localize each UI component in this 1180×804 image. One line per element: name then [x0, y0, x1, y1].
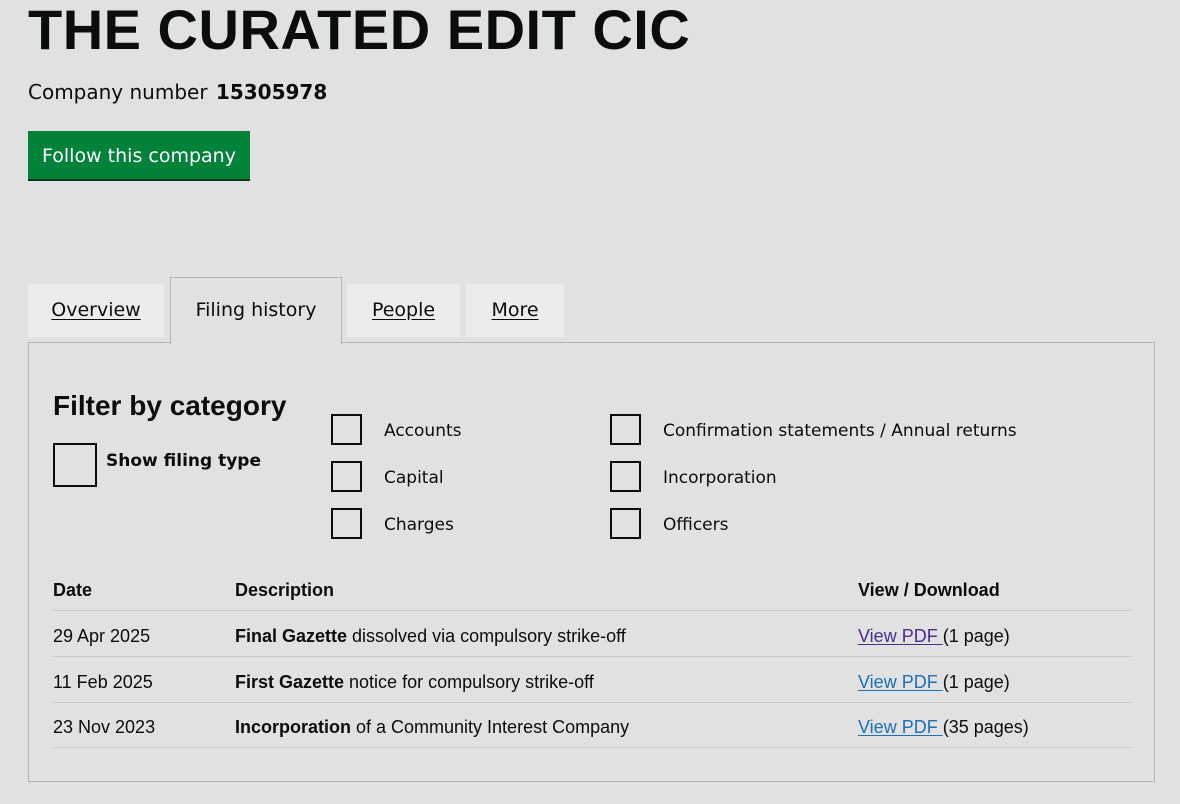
- view-pdf-link[interactable]: View PDF: [858, 672, 943, 692]
- officers-label: Officers: [663, 515, 729, 535]
- company-number-line: Company number 15305978: [28, 80, 327, 104]
- charges-label: Charges: [384, 515, 454, 535]
- row-date: 29 Apr 2025: [53, 626, 151, 646]
- row-divider: [53, 747, 1132, 748]
- charges-checkbox[interactable]: [331, 508, 362, 539]
- company-number-value: 15305978: [215, 80, 328, 104]
- row-date: 23 Nov 2023: [53, 717, 156, 737]
- tab-filing-history[interactable]: Filing history: [170, 277, 342, 344]
- row-page-count: (1 page): [942, 672, 1010, 692]
- show-filing-type-checkbox[interactable]: [53, 443, 97, 487]
- tab-filing-history-label: Filing history: [195, 299, 317, 321]
- filter-heading: Filter by category: [53, 390, 287, 421]
- view-pdf-link[interactable]: View PDF: [858, 717, 943, 737]
- follow-company-button[interactable]: Follow this company: [28, 131, 250, 179]
- company-name: THE CURATED EDIT CIC: [28, 0, 691, 61]
- row-description: Final Gazette dissolved via compulsory s…: [235, 626, 626, 647]
- row-description: First Gazette notice for compulsory stri…: [235, 672, 594, 693]
- show-filing-type-label: Show filing type: [106, 451, 262, 471]
- capital-label: Capital: [384, 468, 444, 488]
- description-column-header: Description: [235, 580, 335, 600]
- tab-people[interactable]: People: [347, 284, 460, 337]
- incorporation-checkbox[interactable]: [610, 461, 641, 492]
- tab-people-link[interactable]: People: [372, 299, 435, 321]
- tab-overview-link[interactable]: Overview: [51, 299, 140, 321]
- row-description-type: First Gazette: [235, 672, 345, 692]
- officers-checkbox[interactable]: [610, 508, 641, 539]
- row-download: View PDF (35 pages): [858, 717, 1029, 738]
- row-description-text: dissolved via compulsory strike-off: [347, 626, 626, 646]
- accounts-label: Accounts: [384, 421, 462, 441]
- tab-overview[interactable]: Overview: [28, 284, 164, 337]
- row-description-text: notice for compulsory strike-off: [344, 672, 594, 692]
- date-column-header: Date: [53, 580, 93, 600]
- view-download-column-header: View / Download: [858, 580, 1000, 600]
- table-header-divider: [53, 610, 1132, 611]
- row-page-count: (35 pages): [942, 717, 1029, 737]
- tab-more[interactable]: More: [466, 284, 564, 337]
- accounts-checkbox[interactable]: [331, 414, 362, 445]
- confirmation-statements-label: Confirmation statements / Annual returns: [663, 421, 1017, 441]
- row-description-type: Final Gazette: [235, 626, 348, 646]
- row-description-type: Incorporation: [235, 717, 351, 737]
- row-description: Incorporation of a Community Interest Co…: [235, 717, 629, 738]
- incorporation-label: Incorporation: [663, 468, 777, 488]
- row-divider: [53, 702, 1132, 703]
- row-page-count: (1 page): [942, 626, 1010, 646]
- confirmation-statements-checkbox[interactable]: [610, 414, 641, 445]
- row-date: 11 Feb 2025: [53, 672, 153, 692]
- row-download: View PDF (1 page): [858, 672, 1010, 693]
- row-divider: [53, 656, 1132, 657]
- company-number-label: Company number: [28, 80, 208, 104]
- row-description-text: of a Community Interest Company: [351, 717, 630, 737]
- row-download: View PDF (1 page): [858, 626, 1010, 647]
- view-pdf-link[interactable]: View PDF: [858, 626, 943, 646]
- tab-more-link[interactable]: More: [491, 299, 538, 321]
- capital-checkbox[interactable]: [331, 461, 362, 492]
